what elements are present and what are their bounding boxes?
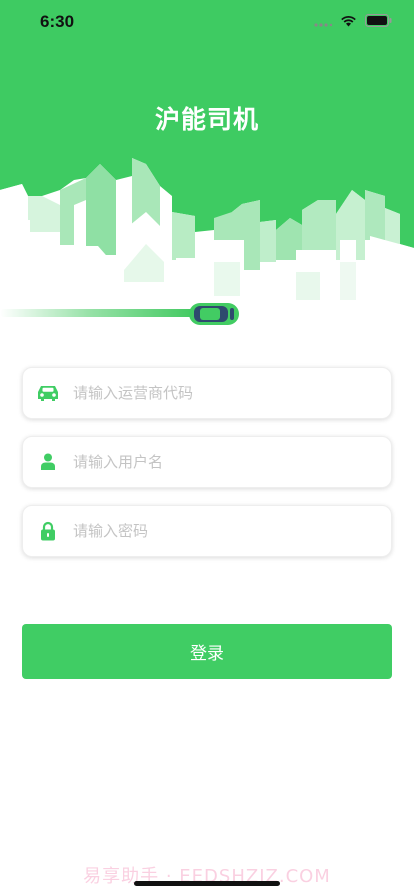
car-illustration	[189, 303, 239, 325]
home-indicator	[134, 881, 280, 886]
status-bar: 6:30	[0, 0, 414, 44]
login-button[interactable]: 登录	[22, 624, 392, 679]
car-icon	[23, 384, 73, 402]
status-time: 6:30	[40, 12, 75, 31]
signal-icon	[314, 22, 332, 27]
wifi-icon	[341, 15, 356, 26]
username-field[interactable]	[22, 436, 392, 488]
header-banner	[0, 0, 414, 330]
password-input[interactable]	[73, 522, 373, 540]
operator-code-field[interactable]	[22, 367, 392, 419]
user-icon	[23, 453, 73, 471]
city-skyline-illustration	[0, 0, 414, 330]
battery-icon	[365, 14, 392, 27]
status-icons	[314, 14, 392, 27]
operator-code-input[interactable]	[73, 384, 373, 402]
username-input[interactable]	[73, 453, 373, 471]
road-trail	[0, 309, 200, 317]
password-field[interactable]	[22, 505, 392, 557]
app-title: 沪能司机	[154, 105, 259, 134]
lock-icon	[23, 521, 73, 541]
